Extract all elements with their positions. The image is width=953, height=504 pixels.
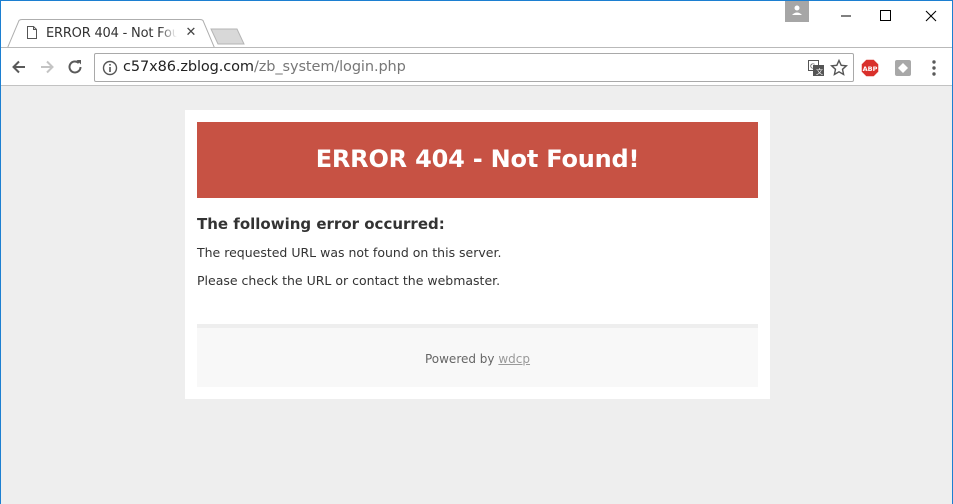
translate-icon[interactable]: G 文 [808, 60, 824, 76]
abp-label: ABP [863, 65, 878, 73]
tab-title: ERROR 404 - Not Found! [46, 26, 177, 41]
error-banner: ERROR 404 - Not Found! [197, 122, 758, 198]
url-host: c57x86.zblog.com [123, 59, 254, 75]
page-viewport: ERROR 404 - Not Found! The following err… [1, 86, 952, 504]
url-path: /zb_system/login.php [253, 59, 406, 75]
footer: Powered by wdcp [197, 324, 758, 387]
person-icon [792, 5, 802, 15]
document-icon [27, 26, 37, 39]
footer-text: Powered by wdcp [197, 352, 758, 366]
svg-text:G: G [810, 63, 815, 71]
error-message-not-found: The requested URL was not found on this … [197, 245, 502, 260]
back-arrow-icon[interactable] [9, 57, 29, 77]
kebab-menu-icon[interactable] [927, 58, 941, 78]
wdcp-link[interactable]: wdcp [498, 352, 530, 366]
profile-avatar-button[interactable] [785, 1, 809, 22]
reload-icon[interactable] [65, 57, 85, 77]
footer-prefix: Powered by [424, 352, 495, 366]
tab-close-icon[interactable]: ✕ [185, 26, 197, 39]
close-window-button[interactable] [916, 5, 946, 27]
star-icon[interactable] [830, 59, 848, 77]
address-bar[interactable]: c57x86.zblog.com/zb_system/login.php G 文 [94, 53, 854, 82]
browser-window: ERROR 404 - Not Found! ✕ [0, 0, 953, 504]
error-card: ERROR 404 - Not Found! The following err… [185, 110, 770, 399]
error-message-contact: Please check the URL or contact the webm… [197, 273, 501, 288]
error-title: ERROR 404 - Not Found! [315, 145, 640, 173]
abp-icon[interactable]: ABP [861, 59, 879, 77]
new-tab-button[interactable] [210, 28, 245, 45]
error-heading: The following error occurred: [197, 215, 445, 233]
tab-strip: ERROR 404 - Not Found! ✕ [1, 1, 952, 49]
url-text[interactable]: c57x86.zblog.com/zb_system/login.php [123, 59, 406, 75]
forward-arrow-icon[interactable] [37, 57, 57, 77]
minimize-button[interactable] [831, 5, 861, 27]
svg-text:文: 文 [816, 67, 823, 76]
extension-icon[interactable] [894, 59, 912, 77]
info-icon[interactable] [102, 60, 118, 76]
browser-toolbar: c57x86.zblog.com/zb_system/login.php G 文… [1, 47, 952, 86]
maximize-button[interactable] [870, 5, 900, 27]
